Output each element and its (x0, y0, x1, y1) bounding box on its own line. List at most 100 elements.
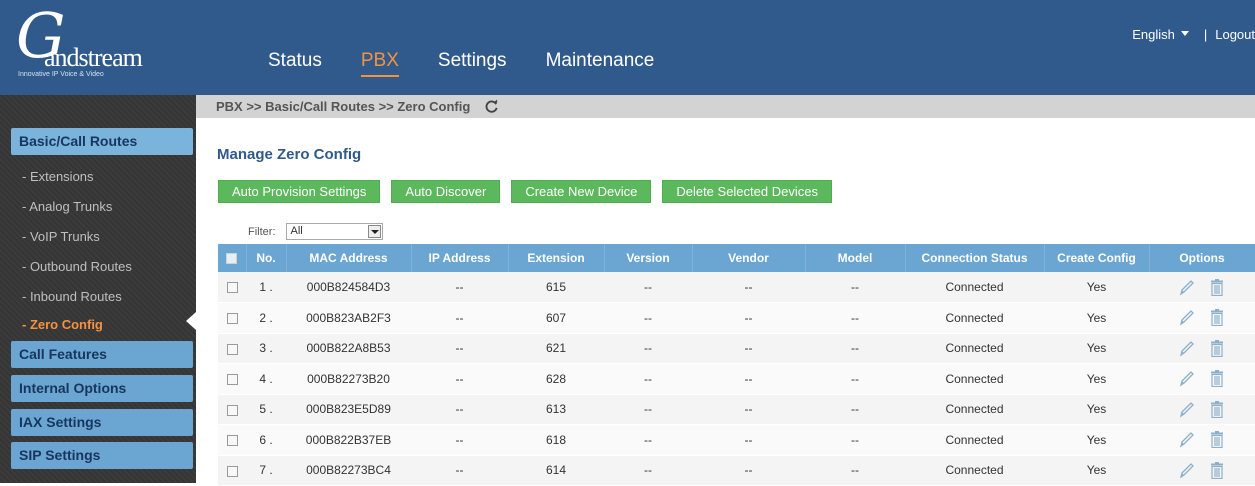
table-row[interactable]: 5 . 000B823E5D89 -- 613 -- -- -- Connected Yes (218, 394, 1255, 425)
options-group (1149, 431, 1255, 449)
cell-vendor: -- (692, 302, 805, 334)
sidebar-section-call-features[interactable]: Call Features (11, 341, 193, 368)
cell-ext: 613 (508, 394, 604, 425)
sidebar-item-outbound-routes[interactable]: - Outbound Routes (22, 258, 132, 276)
nav-settings[interactable]: Settings (438, 47, 507, 77)
options-group (1149, 461, 1255, 479)
table-row[interactable]: 3 . 000B822A8B53 -- 621 -- -- -- Connected Yes (218, 333, 1255, 364)
col-connection-status[interactable]: Connection Status (905, 244, 1045, 272)
cell-mac: 000B82273BC4 (286, 455, 411, 486)
top-right-links: English | Logout (1132, 27, 1255, 42)
auto-discover-button[interactable]: Auto Discover (391, 180, 501, 203)
table-row[interactable]: 1 . 000B824584D3 -- 615 -- -- -- Connected Yes (218, 272, 1255, 303)
sidebar-section-internal-options[interactable]: Internal Options (11, 375, 193, 402)
col-version[interactable]: Version (604, 244, 693, 272)
sidebar-section-iax-settings[interactable]: IAX Settings (11, 409, 193, 436)
zero-config-table: No. MAC Address IP Address Extension Ver… (218, 244, 1255, 486)
row-checkbox[interactable] (226, 435, 238, 447)
col-create-config[interactable]: Create Config (1044, 244, 1150, 272)
edit-icon[interactable] (1179, 279, 1195, 296)
row-checkbox[interactable] (226, 313, 238, 325)
col-ip-address[interactable]: IP Address (411, 244, 509, 272)
cell-ip: -- (411, 333, 508, 364)
col-extension[interactable]: Extension (508, 244, 605, 272)
row-checkbox-cell (218, 363, 246, 395)
create-new-device-button[interactable]: Create New Device (511, 180, 652, 203)
edit-icon[interactable] (1179, 401, 1195, 418)
table-row[interactable]: 7 . 000B82273BC4 -- 614 -- -- -- Connected Yes (218, 455, 1255, 486)
cell-no: 7 . (246, 455, 286, 486)
nav-pbx[interactable]: PBX (360, 47, 399, 77)
trash-icon[interactable] (1209, 461, 1225, 479)
edit-icon[interactable] (1179, 340, 1195, 357)
select-all-header (218, 244, 247, 272)
trash-icon[interactable] (1209, 339, 1225, 357)
trash-icon[interactable] (1209, 278, 1225, 296)
col-vendor[interactable]: Vendor (692, 244, 806, 272)
cell-version: -- (604, 272, 692, 303)
row-checkbox-cell (218, 272, 246, 303)
cell-status: Connected (905, 363, 1044, 395)
sidebar-item-zero-config[interactable]: - Zero Config (22, 316, 103, 334)
grandstream-logo[interactable]: G andstream Innovative IP Voice & Video (16, 0, 171, 82)
trash-icon[interactable] (1209, 400, 1225, 418)
sidebar-item-inbound-routes[interactable]: - Inbound Routes (22, 288, 122, 306)
sidebar-item-extensions[interactable]: - Extensions (22, 168, 94, 186)
cell-ext: 614 (508, 455, 604, 486)
cell-model: -- (805, 272, 905, 303)
cell-config: Yes (1044, 455, 1149, 486)
cell-mac: 000B823E5D89 (286, 394, 411, 425)
dropdown-arrow-icon[interactable] (367, 225, 381, 238)
trash-icon[interactable] (1209, 309, 1225, 327)
logout-link[interactable]: Logout (1215, 27, 1255, 42)
table-row[interactable]: 4 . 000B82273B20 -- 628 -- -- -- Connected Yes (218, 363, 1255, 395)
active-pointer (186, 312, 196, 330)
cell-no: 5 . (246, 394, 286, 425)
edit-icon[interactable] (1179, 462, 1195, 479)
row-checkbox[interactable] (226, 374, 238, 386)
sidebar: Basic/Call Routes - Extensions - Analog … (0, 95, 196, 483)
row-checkbox[interactable] (226, 404, 238, 416)
cell-config: Yes (1044, 394, 1149, 425)
cell-ext: 607 (508, 302, 604, 334)
cell-ext: 615 (508, 272, 604, 303)
language-select[interactable]: English (1132, 27, 1175, 42)
col-mac-address[interactable]: MAC Address (286, 244, 412, 272)
trash-icon[interactable] (1209, 370, 1225, 388)
table-row[interactable]: 6 . 000B822B37EB -- 618 -- -- -- Connected Yes (218, 424, 1255, 456)
logo-word: andstream (44, 43, 143, 72)
table-row[interactable]: 2 . 000B823AB2F3 -- 607 -- -- -- Connected Yes (218, 302, 1255, 334)
cell-version: -- (604, 333, 692, 364)
cell-status: Connected (905, 394, 1044, 425)
trash-icon[interactable] (1209, 431, 1225, 449)
filter-select[interactable]: All (285, 223, 383, 240)
row-options (1149, 424, 1255, 456)
edit-icon[interactable] (1179, 370, 1195, 387)
refresh-icon[interactable] (484, 99, 499, 114)
cell-config: Yes (1044, 272, 1149, 303)
auto-provision-settings-button[interactable]: Auto Provision Settings (218, 180, 381, 203)
filter-row: Filter: All (248, 223, 383, 240)
select-all-checkbox[interactable] (226, 253, 238, 265)
row-checkbox[interactable] (226, 282, 238, 294)
options-group (1149, 400, 1255, 418)
options-group (1149, 278, 1255, 296)
delete-selected-devices-button[interactable]: Delete Selected Devices (662, 180, 832, 203)
nav-status[interactable]: Status (268, 47, 322, 77)
row-checkbox[interactable] (226, 465, 238, 477)
row-checkbox-cell (218, 302, 246, 334)
nav-maintenance[interactable]: Maintenance (546, 47, 655, 77)
table-body: 1 . 000B824584D3 -- 615 -- -- -- Connected Yes 2 … (218, 272, 1255, 486)
row-options (1149, 302, 1255, 334)
cell-model: -- (805, 394, 905, 425)
col-model[interactable]: Model (805, 244, 906, 272)
sidebar-item-analog-trunks[interactable]: - Analog Trunks (22, 198, 112, 216)
edit-icon[interactable] (1179, 431, 1195, 448)
caret-down-icon[interactable] (1180, 31, 1189, 36)
cell-version: -- (604, 424, 692, 456)
sidebar-item-voip-trunks[interactable]: - VoIP Trunks (22, 228, 100, 246)
sidebar-section-sip-settings[interactable]: SIP Settings (11, 442, 193, 469)
row-checkbox[interactable] (226, 343, 238, 355)
edit-icon[interactable] (1179, 309, 1195, 326)
sidebar-section-basic-call-routes[interactable]: Basic/Call Routes (11, 128, 193, 155)
